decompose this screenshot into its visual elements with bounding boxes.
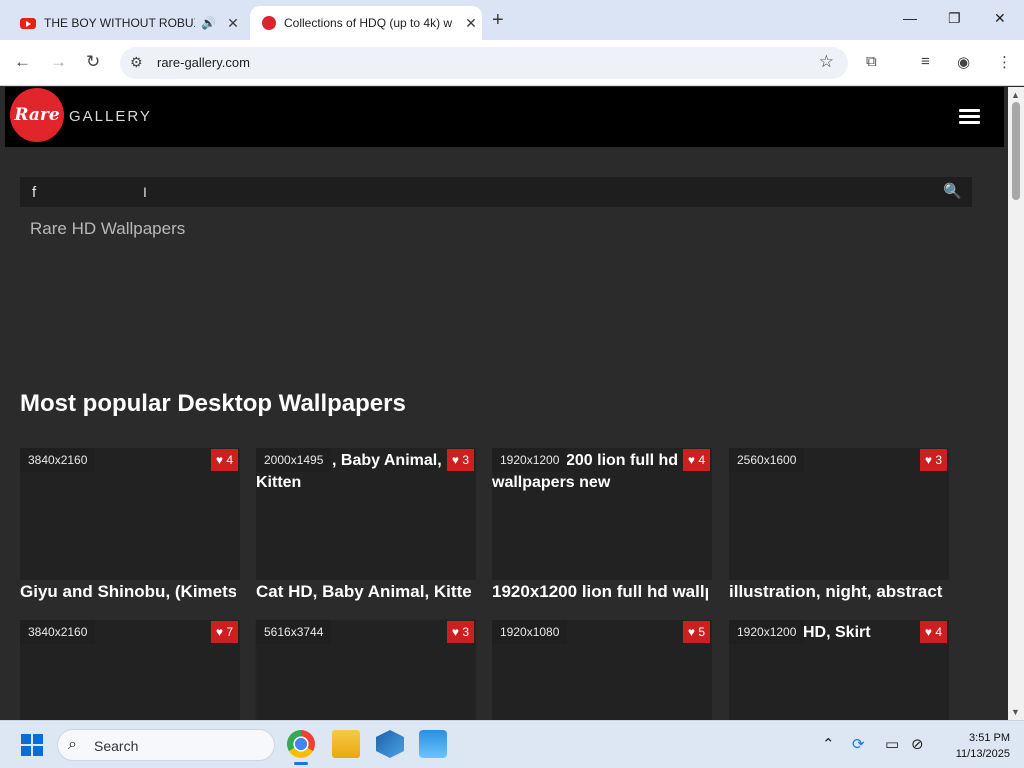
search-icon: ⌕	[68, 736, 77, 753]
wallpaper-caption[interactable]: 1920x1200 lion full hd wallpapers	[492, 582, 708, 602]
speaker-icon[interactable]: 🔊	[201, 16, 216, 30]
likes-count: 4	[698, 453, 705, 467]
likes-count: 4	[226, 453, 233, 467]
resolution-badge: 5616x3744	[256, 620, 332, 644]
address-text[interactable]: rare-gallery.com	[157, 55, 250, 70]
tab-youtube[interactable]: THE BOY WITHOUT ROBUX 🔊 ✕	[8, 6, 244, 40]
wallpaper-caption[interactable]: illustration, night, abstract	[729, 582, 945, 602]
resolution-badge: 1920x1200	[729, 620, 805, 644]
scroll-up-icon[interactable]: ▲	[1011, 90, 1020, 100]
resolution-badge: 3840x2160	[20, 448, 96, 472]
resolution-badge: 1920x1080	[492, 620, 568, 644]
display-icon[interactable]: ▭	[885, 735, 899, 753]
virtualbox-app-icon[interactable]	[376, 730, 404, 758]
wallpaper-caption[interactable]: Giyu and Shinobu, (Kimetsu	[20, 582, 236, 602]
search-icon[interactable]: 🔍	[943, 182, 962, 200]
clock-time: 3:51 PM	[969, 732, 1010, 744]
back-icon[interactable]: ←	[14, 52, 31, 72]
page-viewport: Rare GALLERY 🔍 I Rare HD Wallpapers Most…	[0, 87, 1008, 720]
likes-badge[interactable]: ♥ 3	[446, 621, 474, 643]
tab-title: Collections of HDQ (up to 4k) w	[284, 16, 453, 30]
likes-badge[interactable]: ♥ 5	[682, 621, 710, 643]
tab-title: THE BOY WITHOUT ROBUX	[44, 16, 196, 30]
show-hidden-icons-icon[interactable]: ⌃	[822, 735, 835, 753]
logo-mark[interactable]: Rare	[10, 88, 64, 142]
search-suggestion[interactable]: Rare HD Wallpapers	[30, 219, 185, 239]
likes-count: 4	[935, 625, 942, 639]
chrome-app-icon[interactable]	[287, 730, 315, 758]
resolution-badge: 2560x1600	[729, 448, 805, 472]
site-info-icon[interactable]: ⚙	[130, 54, 143, 71]
close-tab-icon[interactable]: ✕	[222, 15, 244, 32]
likes-count: 7	[226, 625, 233, 639]
hamburger-menu-icon[interactable]	[959, 109, 980, 127]
bookmark-star-icon[interactable]: ☆	[819, 52, 834, 72]
likes-badge[interactable]: ♥ 7	[210, 621, 238, 643]
forward-icon[interactable]: →	[50, 52, 67, 72]
likes-count: 3	[462, 453, 469, 467]
wallpaper-caption[interactable]: Cat HD, Baby Animal, Kitten	[256, 582, 472, 602]
logo-text[interactable]: GALLERY	[69, 108, 152, 125]
sync-icon[interactable]: ⟳	[852, 735, 865, 753]
youtube-favicon-icon	[20, 17, 36, 29]
rare-gallery-favicon-icon	[262, 16, 276, 30]
likes-count: 3	[935, 453, 942, 467]
tab-strip: THE BOY WITHOUT ROBUX 🔊 ✕ Collections of…	[0, 0, 1024, 40]
menu-kebab-icon[interactable]: ⋮	[997, 53, 1012, 71]
file-explorer-app-icon[interactable]	[332, 730, 360, 758]
taskbar-search-label: Search	[94, 738, 139, 754]
active-app-indicator	[294, 762, 308, 765]
scrollbar-thumb[interactable]	[1012, 102, 1020, 200]
close-window-icon[interactable]: ✕	[994, 10, 1006, 27]
close-tab-icon[interactable]: ✕	[460, 15, 482, 32]
likes-badge[interactable]: ♥ 3	[919, 449, 947, 471]
network-icon[interactable]: ⊘	[911, 735, 924, 753]
clock-date: 11/13/2025	[955, 748, 1010, 760]
taskbar: ⌕ Search ⌃ ⟳ ▭ ⊘ 3:51 PM 11/13/2025	[0, 720, 1024, 768]
site-header: Rare GALLERY	[5, 87, 1004, 147]
page-scrollbar[interactable]: ▲ ▼	[1008, 87, 1024, 720]
resolution-badge: 1920x1200	[492, 448, 568, 472]
scroll-down-icon[interactable]: ▼	[1011, 707, 1020, 717]
resolution-badge: 3840x2160	[20, 620, 96, 644]
minimize-icon[interactable]: —	[903, 10, 917, 26]
likes-count: 5	[698, 625, 705, 639]
likes-badge[interactable]: ♥ 4	[210, 449, 238, 471]
google-lens-icon[interactable]: ⧉	[866, 53, 877, 70]
likes-badge[interactable]: ♥ 4	[682, 449, 710, 471]
tab-rare-gallery[interactable]: Collections of HDQ (up to 4k) w ✕	[250, 6, 482, 40]
likes-badge[interactable]: ♥ 3	[446, 449, 474, 471]
restore-icon[interactable]: ❐	[948, 10, 961, 27]
new-tab-icon[interactable]: +	[492, 9, 504, 32]
resolution-badge: 2000x1495	[256, 448, 332, 472]
text-cursor-icon: I	[143, 184, 147, 200]
profile-icon[interactable]: ◉	[957, 53, 970, 71]
browser-toolbar: ← → ↻ ⚙ rare-gallery.com ☆ ⧉ ≡ ◉ ⋮	[0, 40, 1024, 86]
likes-badge[interactable]: ♥ 4	[919, 621, 947, 643]
likes-count: 3	[462, 625, 469, 639]
reload-icon[interactable]: ↻	[86, 52, 100, 72]
clock[interactable]: 3:51 PM 11/13/2025	[940, 730, 1010, 762]
section-title: Most popular Desktop Wallpapers	[20, 390, 406, 417]
search-bar: 🔍	[20, 177, 972, 207]
address-bar[interactable]: ⚙ rare-gallery.com ☆	[120, 47, 848, 79]
windows-start-icon[interactable]	[21, 734, 43, 756]
taskbar-search[interactable]: ⌕ Search	[57, 729, 275, 761]
media-controls-icon[interactable]: ≡	[921, 53, 930, 70]
search-input[interactable]	[32, 181, 912, 203]
photos-app-icon[interactable]	[419, 730, 447, 758]
